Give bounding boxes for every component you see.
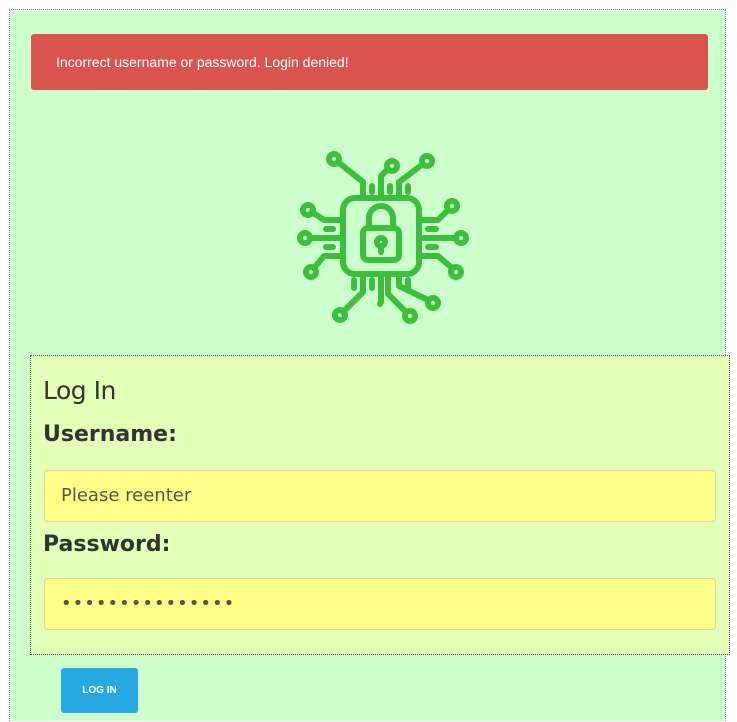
- password-field[interactable]: •••••••••••••••: [44, 578, 716, 630]
- error-message: Incorrect username or password. Login de…: [56, 54, 349, 70]
- login-form: Log In Username: Please reenter Password…: [30, 355, 730, 655]
- login-button[interactable]: LOG IN: [61, 668, 138, 713]
- login-page: Incorrect username or password. Login de…: [9, 9, 730, 721]
- password-label: Password:: [43, 532, 171, 557]
- username-label: Username:: [43, 422, 177, 447]
- error-alert: Incorrect username or password. Login de…: [31, 34, 708, 90]
- username-field[interactable]: Please reenter: [44, 470, 716, 522]
- circuit-lock-icon: [288, 142, 476, 334]
- form-title: Log In: [43, 376, 116, 405]
